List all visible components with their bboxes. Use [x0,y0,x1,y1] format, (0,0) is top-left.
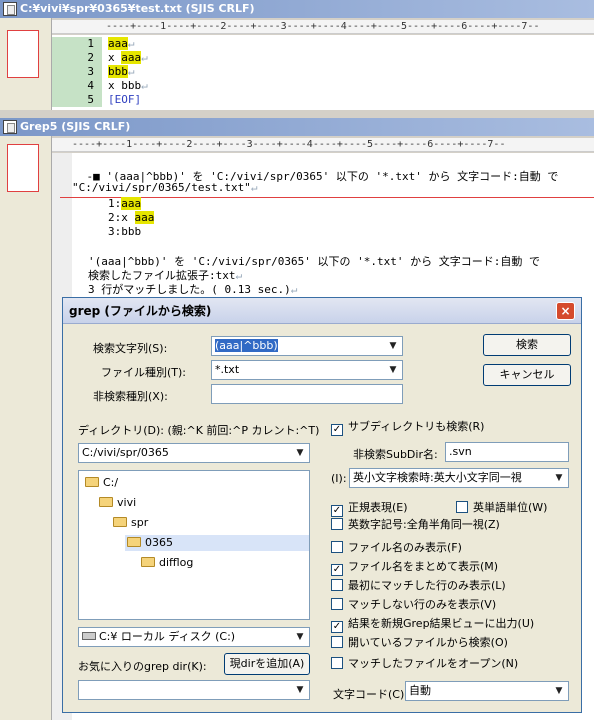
option-checkbox[interactable]: ✓ 正規表現(E) [331,501,408,517]
option-checkbox[interactable]: 開いているファイルから検索(O) [331,636,508,650]
editor-window-title[interactable]: C:¥vivi¥spr¥0365¥test.txt (SJIS CRLF) [0,0,594,18]
exclude-label: 非検索種別(X): [93,390,168,403]
option-checkbox[interactable]: 最初にマッチした行のみ表示(L) [331,579,506,593]
chevron-down-icon[interactable]: ▼ [292,629,308,645]
editor-line: x aaa↵ [108,51,148,64]
result-line[interactable]: 3:bbb [108,225,141,238]
folder-icon [127,537,141,547]
filetype-label: ファイル種別(T): [101,366,187,379]
cancel-button[interactable]: キャンセル [483,364,571,386]
checkbox-icon [331,657,343,669]
favorites-label: お気に入りのgrep dir(K): [78,660,207,673]
checkbox-icon [331,579,343,591]
subdir-checkbox[interactable]: ✓ サブディレクトリも検索(R) [331,420,484,436]
checkbox-icon: ✓ [331,621,343,633]
dialog-title: grep (ファイルから検索) [63,298,581,324]
line-number: 5 [52,93,102,107]
result-file: "C:/vivi/spr/0365/test.txt"↵ [72,181,258,194]
overview-indicator [7,144,39,192]
case-label: (I): [331,472,347,485]
tree-node[interactable]: difflog [139,555,193,571]
search-combo[interactable]: (aaa|^bbb) ▼ [211,336,403,356]
close-button[interactable]: × [556,302,575,320]
folder-icon [85,477,99,487]
document-icon [3,2,17,16]
grep-dialog: grep (ファイルから検索) × 検索文字列(S): (aaa|^bbb) ▼… [62,297,582,713]
folder-icon [141,557,155,567]
option-checkbox[interactable]: ファイル名のみ表示(F) [331,541,462,555]
directory-label: ディレクトリ(D): (親:^K 前回:^P カレント:^T) [78,424,320,437]
tree-node[interactable]: spr [111,515,148,531]
line-number: 3 [52,65,102,79]
search-label: 検索文字列(S): [93,342,168,355]
line-number: 1 [52,37,102,51]
folder-icon [99,497,113,507]
tree-node[interactable]: C:/ [83,475,118,491]
option-checkbox[interactable]: 英単語単位(W) [456,501,547,515]
directory-tree[interactable]: C:/ vivi spr 0365 difflog [78,470,310,620]
grep-window-title[interactable]: Grep5 (SJIS CRLF) [0,118,594,136]
editor-ruler: ----+----1----+----2----+----3----+----4… [52,20,594,34]
favorites-combo[interactable]: ▼ [78,680,310,700]
filetype-combo[interactable]: *.txt ▼ [211,360,403,380]
exclude-input[interactable] [211,384,403,404]
checkbox-icon: ✓ [331,424,343,436]
document-icon [3,120,17,134]
grep-overview-pane [0,136,52,720]
exclude-subdir-label: 非検索SubDir名: [353,448,438,461]
result-line[interactable]: 1:aaa [108,197,142,210]
editor-line: [EOF] [108,93,142,106]
chevron-down-icon[interactable]: ▼ [551,470,567,486]
checkbox-icon [456,501,468,513]
checkbox-icon: ✓ [331,564,343,576]
option-checkbox[interactable]: 英数字記号:全角半角同一視(Z) [331,518,500,532]
line-number: 2 [52,51,102,65]
chevron-down-icon[interactable]: ▼ [385,362,401,378]
checkbox-icon [331,598,343,610]
exclude-subdir-input[interactable]: .svn [445,442,569,462]
editor-title-text: C:¥vivi¥spr¥0365¥test.txt (SJIS CRLF) [20,2,255,15]
search-button[interactable]: 検索 [483,334,571,356]
option-checkbox[interactable]: ✓ 結果を新規Grep結果ビューに出力(U) [331,617,534,633]
overview-indicator [7,30,39,78]
encoding-combo[interactable]: 自動 ▼ [405,681,569,701]
result-line[interactable]: 2:x aaa [108,211,155,224]
chevron-down-icon[interactable]: ▼ [292,682,308,698]
editor-text-area[interactable]: 1 aaa↵ 2 x aaa↵ 3 bbb↵ 4 x bbb↵ 5 [EOF] [52,35,594,110]
option-checkbox[interactable]: マッチしない行のみを表示(V) [331,598,496,612]
editor-line: x bbb↵ [108,79,148,92]
drive-combo[interactable]: C:¥ ローカル ディスク (C:) ▼ [78,627,310,647]
drive-icon [82,632,96,640]
chevron-down-icon[interactable]: ▼ [385,338,401,354]
tree-node[interactable]: 0365 [125,535,309,551]
encoding-label: 文字コード(C): [333,688,408,701]
summary-line-3: 3 行がマッチしました。( 0.13 sec.)↵ [88,283,298,296]
option-checkbox[interactable]: マッチしたファイルをオープン(N) [331,657,518,671]
grep-title-text: Grep5 (SJIS CRLF) [20,120,131,133]
line-number: 4 [52,79,102,93]
editor-overview-pane [0,18,52,110]
case-combo[interactable]: 英小文字検索時:英大小文字同一視 ▼ [349,468,569,488]
grep-ruler: ----+----1----+----2----+----3----+----4… [52,138,594,152]
option-checkbox[interactable]: ✓ ファイル名をまとめて表示(M) [331,560,498,576]
chevron-down-icon[interactable]: ▼ [551,683,567,699]
checkbox-icon [331,518,343,530]
editor-line: bbb↵ [108,65,135,78]
chevron-down-icon[interactable]: ▼ [292,445,308,461]
editor-line: aaa↵ [108,37,135,50]
add-current-dir-button[interactable]: 現dirを追加(A) [224,653,310,675]
checkbox-icon [331,636,343,648]
checkbox-icon: ✓ [331,505,343,517]
directory-combo[interactable]: C:/vivi/spr/0365 ▼ [78,443,310,463]
checkbox-icon [331,541,343,553]
tree-node[interactable]: vivi [97,495,136,511]
folder-icon [113,517,127,527]
